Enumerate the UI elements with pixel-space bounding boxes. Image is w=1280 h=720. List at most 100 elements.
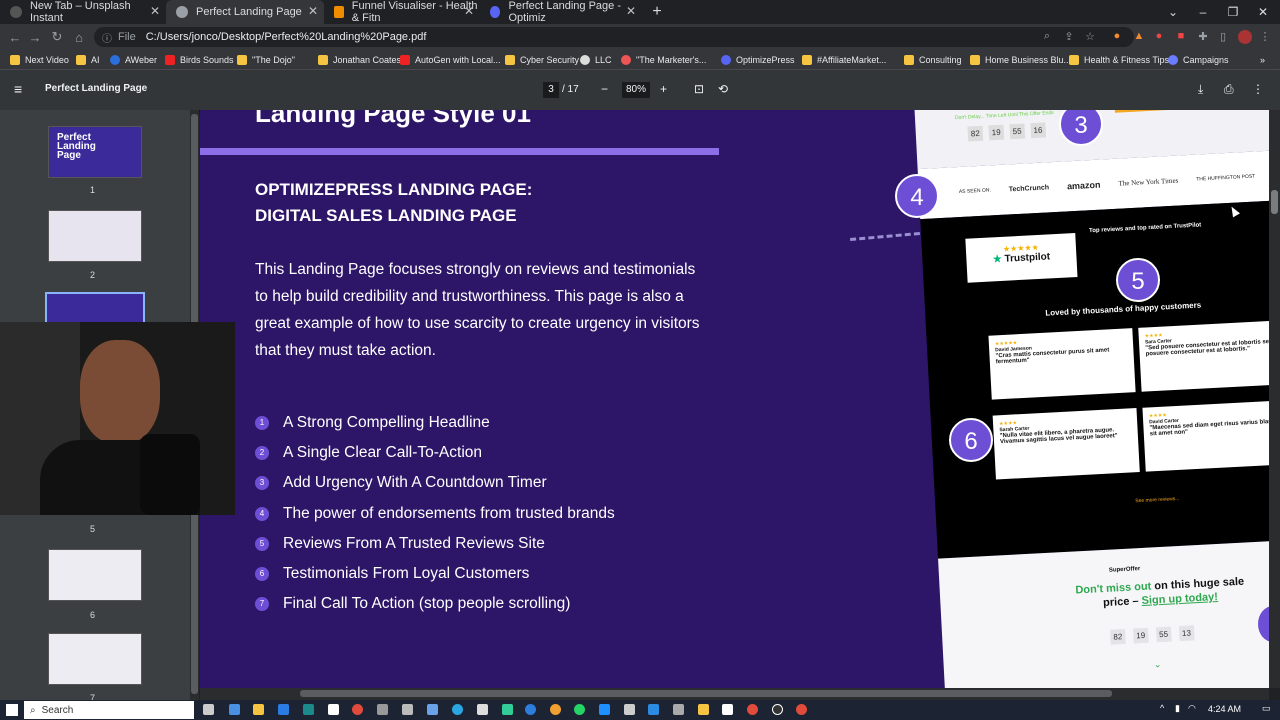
zoom-in-button[interactable]: + (660, 82, 667, 96)
tab-strip: New Tab – Unsplash Instant ✕ Perfect Lan… (0, 0, 1280, 24)
bookmark-autogen[interactable]: AutoGen with Local... (400, 53, 501, 67)
bookmark-next-video[interactable]: Next Video (10, 53, 69, 67)
page-number-input[interactable]: 3 (543, 82, 559, 98)
bookmark-ai[interactable]: AI (76, 53, 100, 67)
file-explorer-icon[interactable] (253, 704, 264, 715)
app-icon[interactable] (427, 704, 438, 715)
minimize-button[interactable]: – (1188, 0, 1218, 24)
app-icon[interactable] (278, 704, 289, 715)
app-icon[interactable] (722, 704, 733, 715)
extension-icon[interactable]: ● (1152, 30, 1166, 44)
app-icon[interactable] (303, 704, 314, 715)
app-icon[interactable] (328, 704, 339, 715)
task-view-icon[interactable] (203, 704, 214, 715)
bookmark-star-icon[interactable]: ☆ (1083, 30, 1097, 44)
extension-icon[interactable]: ■ (1174, 30, 1188, 44)
home-icon[interactable]: ⌂ (68, 24, 90, 50)
tab-search-icon[interactable]: ⌄ (1158, 0, 1188, 24)
page-vertical-scrollbar[interactable] (1269, 110, 1280, 688)
folder-icon (904, 55, 914, 65)
extension-icon[interactable]: ▲ (1132, 30, 1146, 44)
tab-new-tab[interactable]: New Tab – Unsplash Instant ✕ (0, 0, 166, 24)
youtube-icon (165, 55, 175, 65)
app-icon[interactable] (772, 704, 783, 715)
bookmark-jonathan-coates[interactable]: Jonathan Coates (318, 53, 401, 67)
bookmark-marketers[interactable]: "The Marketer's... (621, 53, 706, 67)
menu-icon[interactable]: ⋮ (1258, 30, 1272, 44)
chrome-icon[interactable] (352, 704, 363, 715)
bookmark-the-dojo[interactable]: "The Dojo" (237, 53, 295, 67)
zoom-out-button[interactable]: − (601, 82, 608, 96)
bookmark-cyber-security[interactable]: Cyber Security (505, 53, 579, 67)
avatar[interactable] (1238, 30, 1252, 44)
download-icon[interactable]: ⤓ (1198, 82, 1203, 97)
telegram-icon[interactable] (452, 704, 463, 715)
bookmark-affiliate[interactable]: #AffiliateMarket... (802, 53, 886, 67)
forward-icon[interactable]: → (24, 24, 46, 50)
app-icon[interactable] (673, 704, 684, 715)
reload-icon[interactable]: ↻ (46, 24, 68, 50)
back-icon[interactable]: ← (4, 24, 26, 50)
print-icon[interactable]: ⎙ (1224, 82, 1234, 97)
close-window-button[interactable]: ✕ (1248, 0, 1278, 24)
tray-chevron-icon[interactable]: ^ (1160, 703, 1164, 713)
share-icon[interactable]: ⇪ (1062, 30, 1076, 44)
callout-5: 5 (1116, 258, 1160, 302)
more-options-icon[interactable]: ⋮ (1252, 82, 1264, 96)
settings-icon[interactable] (377, 704, 388, 715)
bookmark-birds-sounds[interactable]: Birds Sounds (165, 53, 234, 67)
windows-start-icon[interactable] (6, 704, 18, 716)
bookmark-aweber[interactable]: AWeber (110, 53, 157, 67)
app-icon[interactable] (502, 704, 513, 715)
bookmark-optimizepress[interactable]: OptimizePress (721, 53, 795, 67)
address-bar[interactable]: ⓘ File C:/Users/jonco/Desktop/Perfect%20… (94, 27, 1134, 47)
bookmark-campaigns[interactable]: Campaigns (1168, 53, 1229, 67)
bookmark-llc[interactable]: LLC (580, 53, 612, 67)
notification-icon[interactable]: ▭ (1262, 703, 1271, 714)
zoom-icon[interactable]: ⌕ (1040, 30, 1054, 44)
close-tab-icon[interactable]: ✕ (626, 4, 636, 18)
extension-icon[interactable]: ● (1110, 30, 1124, 44)
bookmark-home-business[interactable]: Home Business Blu... (970, 53, 1071, 67)
preview-reviews-section: ★★★★★ ★ Trustpilot Top reviews and top r… (920, 199, 1269, 559)
review-card: ★★★★ David Carter "Maecenas sed diam ege… (1142, 400, 1269, 472)
puzzle-icon[interactable]: ✚ (1196, 30, 1210, 44)
wifi-icon[interactable]: ◠ (1188, 703, 1196, 714)
thumbnail-page-1[interactable]: Perfect Landing Page (48, 126, 142, 178)
thumbnail-page-7[interactable] (48, 633, 142, 685)
edge-icon[interactable] (525, 704, 536, 715)
page-total: / 17 (562, 84, 579, 95)
app-icon[interactable] (624, 704, 635, 715)
thumbnail-page-2[interactable] (48, 210, 142, 262)
app-icon[interactable] (550, 704, 561, 715)
new-tab-button[interactable]: + (642, 0, 672, 24)
app-icon[interactable] (229, 704, 240, 715)
tab-perfect-landing-optimize[interactable]: Perfect Landing Page - Optimiz ✕ (480, 0, 642, 24)
sidebar-menu-icon[interactable]: ≡ (14, 81, 22, 97)
app-icon[interactable] (402, 704, 413, 715)
bookmark-consulting[interactable]: Consulting (904, 53, 962, 67)
close-tab-icon[interactable]: ✕ (150, 4, 160, 18)
chrome-icon[interactable] (747, 704, 758, 715)
bookmark-health-fitness[interactable]: Health & Fitness Tips (1069, 53, 1169, 67)
close-tab-icon[interactable]: ✕ (464, 4, 474, 18)
app-icon[interactable] (477, 704, 488, 715)
chrome-icon[interactable] (796, 704, 807, 715)
tab-funnel-visualiser[interactable]: Funnel Visualiser - Health & Fitn ✕ (324, 0, 480, 24)
mic-icon[interactable]: ▮ (1175, 703, 1180, 714)
app-icon[interactable] (698, 704, 709, 715)
tab-perfect-landing-page[interactable]: Perfect Landing Page ✕ (166, 0, 324, 24)
close-tab-icon[interactable]: ✕ (308, 4, 318, 18)
whatsapp-icon[interactable] (574, 704, 585, 715)
page-horizontal-scrollbar[interactable] (200, 688, 1269, 700)
app-icon[interactable] (599, 704, 610, 715)
vscode-icon[interactable] (648, 704, 659, 715)
restore-button[interactable]: ❐ (1218, 0, 1248, 24)
thumbnail-page-6[interactable] (48, 549, 142, 601)
more-bookmarks-icon[interactable]: » (1260, 53, 1265, 67)
sidepanel-icon[interactable]: ▯ (1216, 30, 1230, 44)
rotate-icon[interactable]: ⟲ (718, 82, 728, 96)
taskbar-search[interactable]: ⌕ Search (24, 701, 194, 719)
fit-page-icon[interactable]: ⊡ (694, 82, 704, 96)
zoom-input[interactable]: 80% (622, 82, 650, 98)
